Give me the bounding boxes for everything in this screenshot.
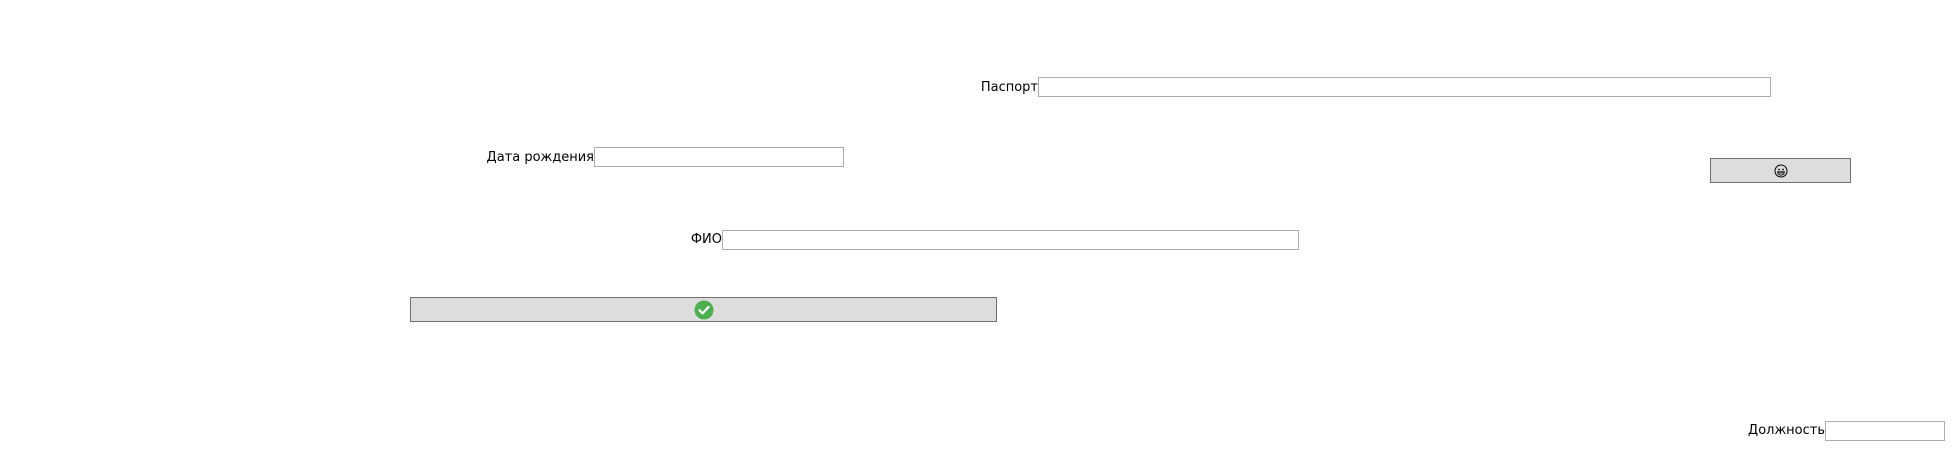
confirm-button[interactable]	[410, 297, 997, 322]
passport-label: Паспорт	[980, 80, 1038, 95]
position-label: Должность	[1748, 423, 1825, 438]
passport-input[interactable]	[1038, 77, 1771, 97]
full-name-label: ФИО	[690, 232, 722, 247]
check-circle-icon	[694, 300, 714, 320]
position-input[interactable]	[1825, 421, 1945, 441]
birth-date-input[interactable]	[594, 147, 844, 167]
smiley-face-icon	[1774, 164, 1788, 178]
full-name-input[interactable]	[722, 230, 1299, 250]
birth-date-label: Дата рождения	[486, 150, 594, 165]
smiley-button[interactable]	[1710, 158, 1851, 183]
